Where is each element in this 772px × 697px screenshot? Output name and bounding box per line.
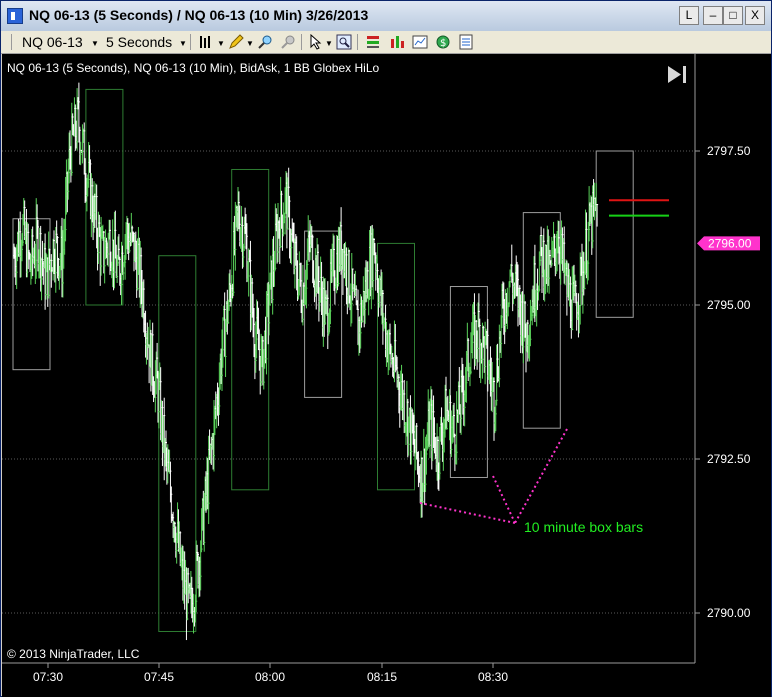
- interval-selector[interactable]: 5 Seconds: [106, 34, 172, 50]
- box-bar-8: [595, 150, 634, 318]
- y-tick-label-3: 2790.00: [707, 606, 751, 620]
- toolbar-grip: [11, 34, 12, 50]
- zoom-in-icon[interactable]: [257, 34, 273, 50]
- annotation-pointer-3: [514, 428, 568, 524]
- chart-properties-icon[interactable]: [412, 34, 428, 50]
- instrument-dropdown-icon[interactable]: ▼: [91, 39, 99, 48]
- chart-panel[interactable]: 10 minute box bars 2797.50 2795.00 2792.50…: [2, 54, 771, 697]
- x-tick-label-3: 08:15: [367, 670, 397, 684]
- strategy-icon[interactable]: [458, 34, 474, 50]
- ninjatrader-app-icon: [7, 8, 23, 24]
- price-chart[interactable]: 10 minute box bars 2797.50 2795.00 2792.50…: [2, 54, 771, 697]
- cursor-icon[interactable]: [308, 34, 324, 50]
- annotation-group: 10 minute box bars: [419, 199, 669, 535]
- current-price-label: 2796.00: [708, 236, 752, 250]
- instrument-selector[interactable]: NQ 06-13: [22, 34, 83, 50]
- window-title: NQ 06-13 (5 Seconds) / NQ 06-13 (10 Min)…: [29, 7, 369, 23]
- link-button[interactable]: L: [679, 6, 699, 25]
- tick-candles: [13, 82, 599, 641]
- title-bar[interactable]: NQ 06-13 (5 Seconds) / NQ 06-13 (10 Min)…: [1, 1, 771, 32]
- maximize-button[interactable]: □: [723, 6, 743, 25]
- y-tick-label-0: 2797.50: [707, 144, 751, 158]
- interval-dropdown-icon[interactable]: ▼: [179, 39, 187, 48]
- bar-type-dropdown-icon[interactable]: ▼: [217, 39, 225, 48]
- y-tick-label-1: 2795.00: [707, 298, 751, 312]
- chart-header: NQ 06-13 (5 Seconds), NQ 06-13 (10 Min),…: [7, 61, 379, 75]
- bar-type-icon[interactable]: [198, 34, 214, 50]
- box-bars: [12, 88, 634, 632]
- x-tick-label-4: 08:30: [478, 670, 508, 684]
- minimize-button[interactable]: –: [703, 6, 723, 25]
- close-button[interactable]: X: [745, 6, 765, 25]
- annotation-pointer-2: [492, 475, 516, 524]
- drawing-dropdown-icon[interactable]: ▼: [246, 39, 254, 48]
- chart-toolbar: NQ 06-13 ▼ 5 Seconds ▼ ▼ ▼ ▼ $: [1, 31, 771, 54]
- toolbar-divider: [190, 34, 191, 50]
- annotation-pointer-1: [419, 502, 516, 524]
- annotation-text: 10 minute box bars: [524, 519, 643, 535]
- toolbar-divider: [357, 34, 358, 50]
- cursor-dropdown-icon[interactable]: ▼: [325, 39, 333, 48]
- current-price-marker-group: 2796.00: [697, 236, 760, 251]
- x-tick-label-1: 07:45: [144, 670, 174, 684]
- magnify-icon[interactable]: [336, 34, 352, 50]
- y-axis: 2797.50 2795.00 2792.50 2790.00: [695, 144, 751, 620]
- svg-text:$: $: [440, 38, 446, 49]
- zoom-out-icon[interactable]: [280, 34, 296, 50]
- toolbar-divider: [301, 34, 302, 50]
- data-box-icon[interactable]: [365, 34, 381, 50]
- indicators-icon[interactable]: $: [435, 34, 451, 50]
- chart-window: NQ 06-13 (5 Seconds) / NQ 06-13 (10 Min)…: [0, 0, 772, 697]
- pencil-icon[interactable]: [228, 34, 244, 50]
- copyright-text: © 2013 NinjaTrader, LLC: [7, 647, 140, 661]
- scroll-to-end-icon[interactable]: [668, 66, 686, 83]
- x-tick-label-0: 07:30: [33, 670, 63, 684]
- y-tick-label-2: 2792.50: [707, 452, 751, 466]
- x-tick-label-2: 08:00: [255, 670, 285, 684]
- x-axis: 07:30 07:45 08:00 08:15 08:30: [33, 663, 508, 684]
- bar-chart-icon[interactable]: [389, 34, 405, 50]
